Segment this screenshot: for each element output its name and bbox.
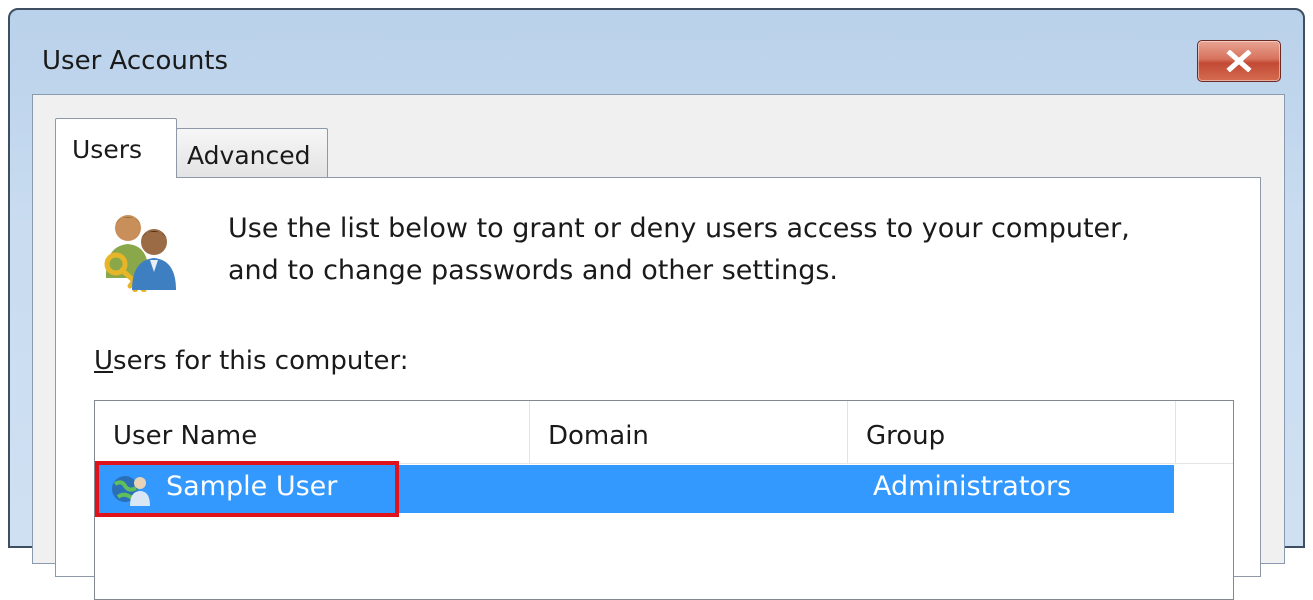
users-list-label: Users for this computer: bbox=[94, 346, 409, 376]
column-header-group[interactable]: Group bbox=[848, 401, 1176, 463]
user-globe-icon bbox=[112, 476, 150, 506]
window-title: User Accounts bbox=[42, 46, 229, 76]
tab-users-label: Users bbox=[72, 135, 143, 164]
users-list-label-text: sers for this computer: bbox=[113, 346, 409, 376]
close-button[interactable] bbox=[1197, 40, 1281, 82]
listview-header: User Name Domain Group bbox=[95, 401, 1233, 464]
column-header-filler bbox=[1176, 401, 1233, 463]
users-key-icon bbox=[104, 215, 176, 292]
dialog-client-area: Users Advanced Use the list below to gra… bbox=[32, 94, 1285, 600]
row-user-name: Sample User bbox=[166, 471, 338, 502]
users-listview[interactable]: User Name Domain Group Sample User Admin… bbox=[94, 400, 1234, 600]
table-row[interactable]: Sample User Administrators bbox=[98, 465, 1174, 513]
title-bar[interactable]: User Accounts bbox=[10, 10, 1303, 94]
tab-advanced-label: Advanced bbox=[187, 141, 311, 170]
instructions-text: Use the list below to grant or deny user… bbox=[228, 208, 1228, 292]
tab-users[interactable]: Users bbox=[55, 118, 177, 178]
tab-advanced[interactable]: Advanced bbox=[176, 128, 328, 178]
row-group: Administrators bbox=[873, 471, 1072, 502]
column-header-domain[interactable]: Domain bbox=[530, 401, 848, 463]
column-header-user-name[interactable]: User Name bbox=[95, 401, 530, 463]
user-accounts-window: User Accounts Users Advanced Use the lis… bbox=[8, 8, 1305, 600]
close-icon bbox=[1226, 50, 1252, 72]
instructions-line-2: and to change passwords and other settin… bbox=[228, 255, 838, 286]
instructions-line-1: Use the list below to grant or deny user… bbox=[228, 213, 1130, 244]
users-list-label-accelerator: U bbox=[94, 346, 114, 376]
users-tab-panel: Use the list below to grant or deny user… bbox=[55, 177, 1261, 600]
